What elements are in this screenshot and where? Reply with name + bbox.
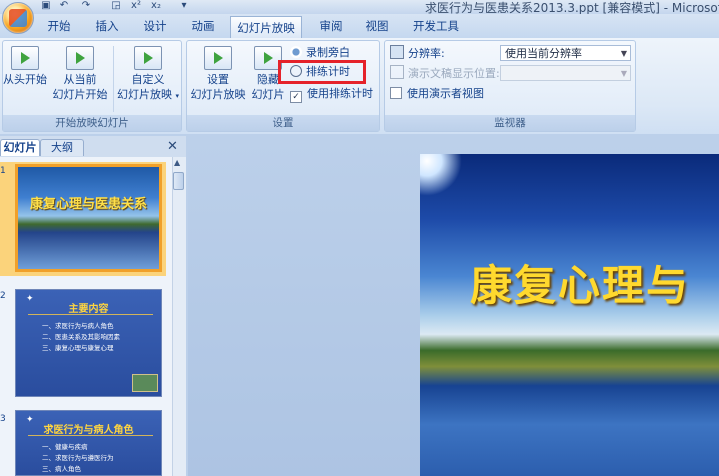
- thumbnail-scrollbar[interactable]: [172, 157, 186, 476]
- monitor-icon: [390, 45, 404, 59]
- slide-thumbnail-title: 求医行为与病人角色: [43, 425, 134, 436]
- slide-thumbnail-1[interactable]: 康复心理与医患关系: [15, 164, 162, 272]
- list-item: 三、病人角色: [42, 465, 81, 473]
- divider: [28, 435, 153, 436]
- customize-qat-icon[interactable]: ▾: [178, 0, 190, 12]
- slide-thumbnail-title: 主要内容: [68, 304, 109, 315]
- divider: [113, 46, 114, 112]
- presentation-screen-icon: [390, 65, 404, 79]
- preview-icon[interactable]: ◲: [110, 0, 122, 12]
- tab-review[interactable]: 审阅: [312, 14, 350, 38]
- dropdown-arrow-icon: ▾: [175, 92, 179, 100]
- presenter-view-checkbox[interactable]: 使用演示者视图: [390, 86, 484, 102]
- rehearse-timings-label: 排练计时: [306, 65, 350, 78]
- setup-show-icon: [204, 46, 232, 70]
- group-label: 开始放映幻灯片: [3, 115, 181, 131]
- scroll-up-icon[interactable]: ▲: [174, 158, 180, 167]
- list-item: 一、健康与疾病: [42, 443, 88, 451]
- save-icon[interactable]: ▣: [40, 0, 52, 12]
- sun-glow: [420, 154, 462, 196]
- superscript-icon[interactable]: x²: [130, 0, 142, 12]
- slide-title[interactable]: 康复心理与: [470, 252, 690, 313]
- show-on-label: 演示文稿显示位置:: [390, 65, 500, 82]
- slide-thumbnail-2[interactable]: ✦ 主要内容 一、求医行为与病人角色 二、医患关系及其影响因素 三、康复心理与康…: [15, 289, 162, 397]
- list-item: 二、求医行为与遵医行为: [42, 454, 114, 462]
- custom-label: 幻灯片放映: [116, 88, 172, 101]
- divider: [28, 314, 153, 315]
- show-on-dropdown[interactable]: ▼: [500, 65, 631, 81]
- group-label: 设置: [187, 115, 379, 131]
- button-label-2: 幻灯片放映 ▾: [116, 87, 180, 104]
- slide-number: 1: [0, 166, 6, 176]
- use-rehearsed-label: 使用排练计时: [307, 87, 373, 100]
- decorative-image-icon: [132, 374, 158, 392]
- from-beginning-button[interactable]: 从头开始: [2, 46, 48, 87]
- button-label-2: 幻灯片放映: [190, 88, 246, 101]
- tab-home[interactable]: 开始: [40, 14, 78, 38]
- tab-animations[interactable]: 动画: [184, 14, 222, 38]
- rehearse-timings-button[interactable]: 排练计时: [290, 64, 350, 80]
- presenter-view-label: 使用演示者视图: [407, 87, 484, 100]
- show-on-text: 演示文稿显示位置:: [408, 67, 500, 80]
- tab-slide-show[interactable]: 幻灯片放映: [230, 16, 302, 38]
- tab-outline-pane[interactable]: 大纲: [40, 139, 84, 156]
- group-label: 监视器: [385, 115, 635, 131]
- record-narration-label: 录制旁白: [306, 46, 350, 59]
- tab-design[interactable]: 设计: [136, 14, 174, 38]
- tab-insert[interactable]: 插入: [88, 14, 126, 38]
- scrollbar-thumb[interactable]: [173, 172, 184, 190]
- play-from-current-icon: [66, 46, 94, 70]
- checkbox-checked-icon: ✓: [290, 91, 302, 103]
- office-logo-icon: [9, 9, 27, 27]
- record-narration-button[interactable]: 录制旁白: [290, 45, 350, 61]
- slide-thumbnail-3[interactable]: ✦ 求医行为与病人角色 一、健康与疾病 二、求医行为与遵医行为 三、病人角色: [15, 410, 162, 476]
- list-item: 一、求医行为与病人角色: [42, 322, 114, 330]
- play-from-start-icon: [11, 46, 39, 70]
- microphone-icon: [290, 46, 302, 58]
- custom-slide-show-button[interactable]: 自定义 幻灯片放映 ▾: [116, 46, 180, 104]
- tab-developer[interactable]: 开发工具: [404, 14, 468, 38]
- button-label-1: 自定义: [131, 73, 165, 86]
- dropdown-arrow-icon: ▼: [620, 69, 627, 78]
- button-label: 从头开始: [3, 73, 47, 86]
- button-label-1: 从当前: [63, 73, 97, 86]
- subscript-icon[interactable]: x₂: [150, 0, 162, 12]
- tab-slides-pane[interactable]: 幻灯片: [0, 139, 40, 156]
- setup-slide-show-button[interactable]: 设置 幻灯片放映: [190, 46, 246, 102]
- resolution-value: 使用当前分辨率: [505, 47, 582, 60]
- resolution-dropdown[interactable]: 使用当前分辨率 ▼: [500, 45, 631, 61]
- slide-number: 3: [0, 414, 6, 424]
- use-rehearsed-timings-checkbox[interactable]: ✓ 使用排练计时: [290, 86, 373, 103]
- dropdown-arrow-icon: ▼: [620, 49, 627, 58]
- current-slide[interactable]: 康复心理与: [420, 154, 719, 476]
- list-item: 二、医患关系及其影响因素: [42, 333, 120, 341]
- button-label-2: 幻灯片: [251, 88, 285, 101]
- resolution-label: 分辨率:: [390, 45, 445, 62]
- close-pane-icon[interactable]: ✕: [167, 139, 178, 154]
- slide-thumbnail-title: 康复心理与医患关系: [29, 197, 147, 212]
- button-label-1: 设置: [207, 73, 229, 86]
- button-label-2: 幻灯片开始: [52, 88, 108, 101]
- office-button[interactable]: [2, 2, 34, 34]
- slide-number: 2: [0, 291, 6, 301]
- resolution-text: 分辨率:: [408, 47, 445, 60]
- undo-icon[interactable]: ↶: [58, 0, 70, 12]
- custom-show-icon: [134, 46, 162, 70]
- checkbox-unchecked-icon: [390, 87, 402, 99]
- tab-view[interactable]: 视图: [358, 14, 396, 38]
- redo-icon[interactable]: ↷: [80, 0, 92, 12]
- from-current-button[interactable]: 从当前 幻灯片开始: [52, 46, 108, 102]
- stopwatch-icon: [290, 65, 302, 77]
- list-item: 三、康复心理与康复心理: [42, 344, 114, 352]
